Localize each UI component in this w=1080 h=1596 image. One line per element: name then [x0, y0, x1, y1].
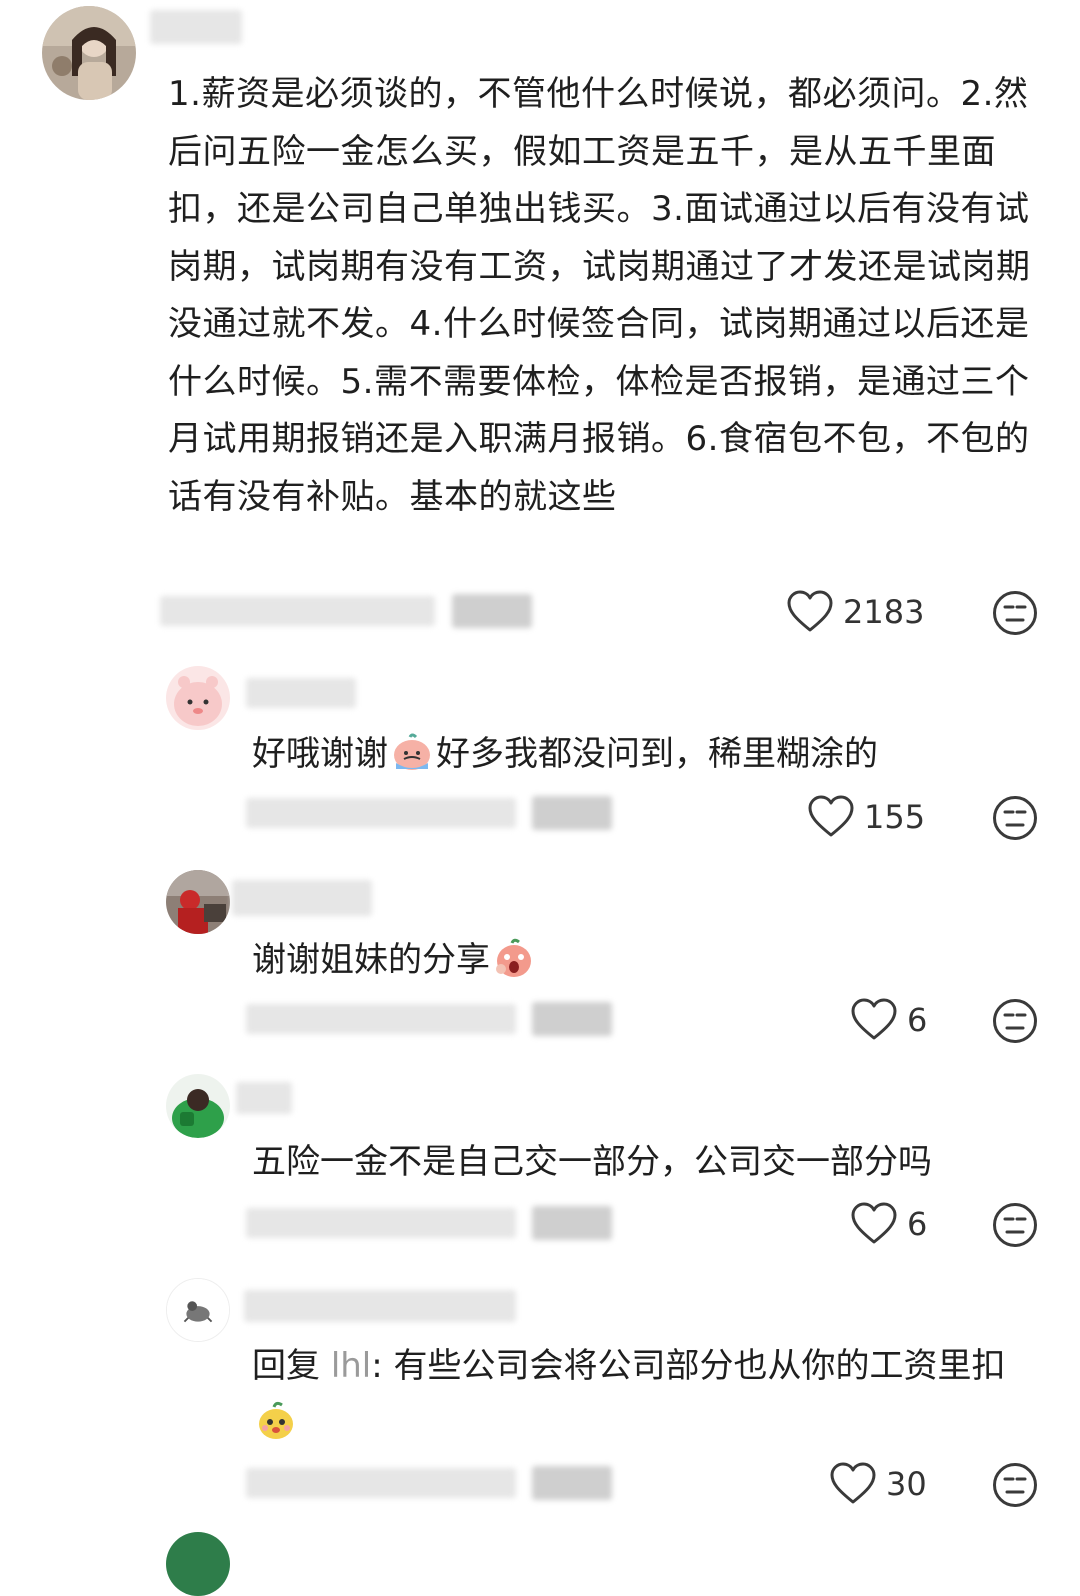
- username[interactable]: [244, 1290, 516, 1322]
- reply-button[interactable]: [532, 1002, 612, 1036]
- avatar[interactable]: [166, 870, 230, 934]
- comment-meta: [160, 596, 435, 626]
- reply-button[interactable]: [532, 1206, 612, 1240]
- reply-button[interactable]: [452, 594, 532, 628]
- avatar[interactable]: [42, 6, 136, 100]
- crying-peach-emoji: [390, 729, 434, 773]
- avatar[interactable]: [166, 1278, 230, 1342]
- avatar[interactable]: [166, 1074, 230, 1138]
- reply-text-part: 五险一金不是自己交一部分，公司交一部分吗: [252, 1142, 932, 1182]
- comment-meta: [246, 798, 516, 828]
- like-button[interactable]: 155: [808, 795, 925, 839]
- like-count: 6: [907, 1001, 928, 1039]
- neutral-face-icon[interactable]: [992, 795, 1038, 841]
- reply-text-part: 好多我都没问到，稀里糊涂的: [436, 734, 878, 774]
- like-button[interactable]: 6: [851, 998, 927, 1042]
- like-count: 155: [864, 798, 926, 836]
- comment-meta: [246, 1468, 516, 1498]
- reply-prefix: 回复: [252, 1346, 331, 1386]
- reply-button[interactable]: [532, 1466, 612, 1500]
- neutral-face-icon[interactable]: [992, 1462, 1038, 1508]
- reply-text: 五险一金不是自己交一部分，公司交一部分吗: [252, 1134, 932, 1190]
- reply-button[interactable]: [532, 796, 612, 830]
- username[interactable]: [150, 10, 242, 44]
- smiling-sprout-emoji: [254, 1397, 298, 1441]
- reply-to-username[interactable]: lhl: [331, 1346, 371, 1386]
- like-count: 2183: [843, 593, 925, 631]
- avatar[interactable]: [166, 666, 230, 730]
- reply-text-part: 好哦谢谢: [252, 734, 388, 774]
- like-count: 6: [907, 1205, 928, 1243]
- heart-outline-icon: [830, 1462, 876, 1506]
- like-button[interactable]: 6: [851, 1202, 927, 1246]
- reply-text: 好哦谢谢 好多我都没问到，稀里糊涂的: [252, 726, 878, 782]
- username[interactable]: [232, 880, 372, 916]
- reply-text: 谢谢姐妹的分享: [252, 932, 538, 988]
- username[interactable]: [246, 678, 356, 708]
- like-button[interactable]: 2183: [787, 590, 924, 634]
- heart-outline-icon: [851, 998, 897, 1042]
- neutral-face-icon[interactable]: [992, 1202, 1038, 1248]
- reply-text-part: 谢谢姐妹的分享: [252, 940, 490, 980]
- heart-outline-icon: [808, 795, 854, 839]
- comment-meta: [246, 1004, 516, 1034]
- shocked-peach-emoji: [492, 935, 536, 979]
- like-count: 30: [886, 1465, 927, 1503]
- neutral-face-icon[interactable]: [992, 998, 1038, 1044]
- comment-meta: [246, 1208, 516, 1238]
- username[interactable]: [236, 1082, 292, 1114]
- heart-outline-icon: [851, 1202, 897, 1246]
- neutral-face-icon[interactable]: [992, 590, 1038, 636]
- reply-text-part: : 有些公司会将公司部分也从你的工资里扣: [371, 1346, 1006, 1386]
- comment-text: 1.薪资是必须谈的，不管他什么时候说，都必须问。2.然后问五险一金怎么买，假如工…: [168, 74, 1031, 517]
- like-button[interactable]: 30: [830, 1462, 927, 1506]
- heart-outline-icon: [787, 590, 833, 634]
- reply-text: 回复 lhl: 有些公司会将公司部分也从你的工资里扣: [252, 1338, 1042, 1450]
